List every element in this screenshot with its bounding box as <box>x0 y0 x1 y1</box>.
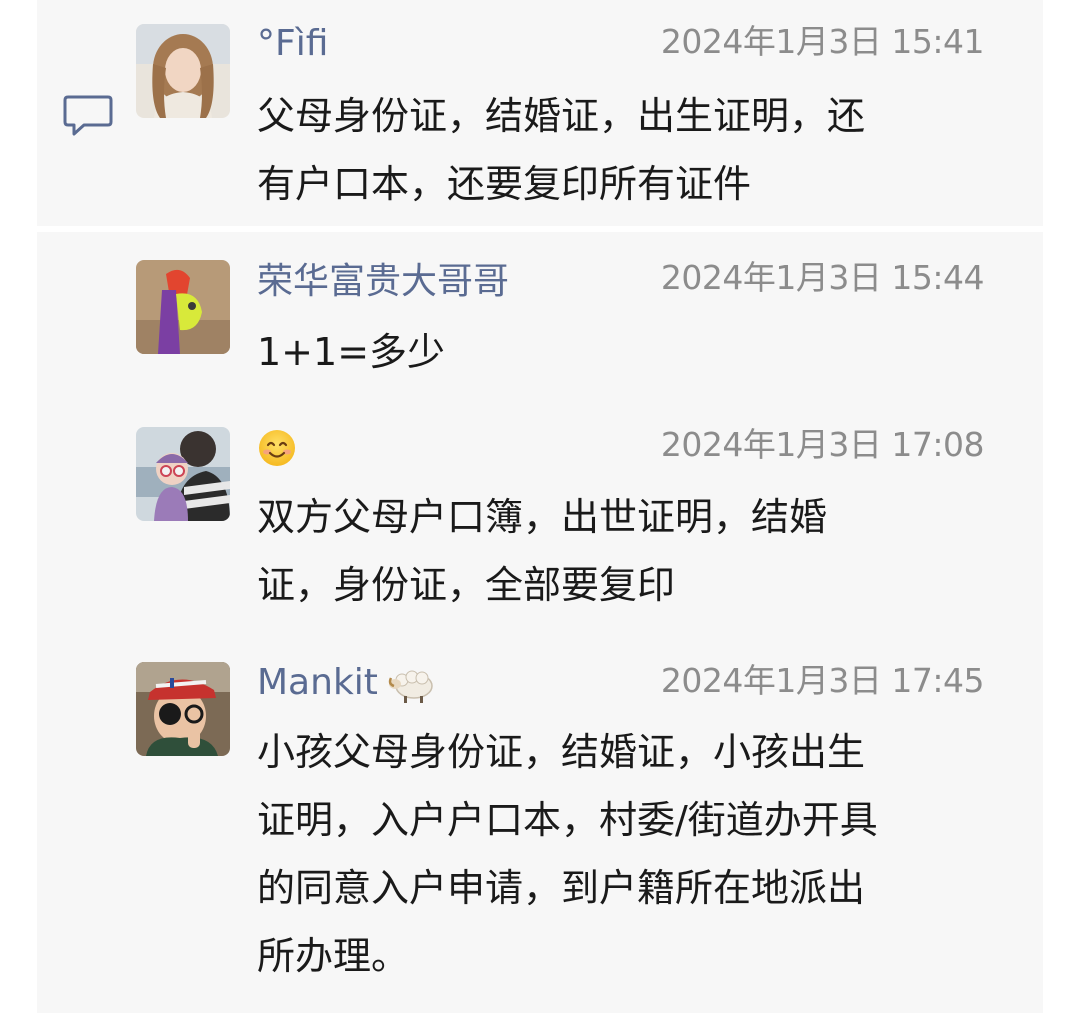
commenter-name[interactable]: °Fìfi <box>257 24 328 64</box>
avatar[interactable] <box>136 427 230 521</box>
comment-text: 双方父母户口簿，出世证明，结婚 证，身份证，全部要复印 <box>257 495 828 607</box>
commenter-name[interactable]: 荣华富贵大哥哥 <box>257 262 509 302</box>
comment-text: 父母身份证，结婚证，出生证明，还 有户口本，还要复印所有证件 <box>257 94 866 206</box>
comment-timestamp: 2024年1月3日 17:45 <box>660 661 985 700</box>
comment-text: 1+1=多少 <box>257 330 446 374</box>
divider <box>37 226 1043 232</box>
avatar[interactable] <box>136 24 230 118</box>
comment-timestamp: 2024年1月3日 15:41 <box>660 22 985 61</box>
comment-timestamp: 2024年1月3日 17:08 <box>660 425 985 464</box>
sheep-emoji-icon <box>388 670 433 703</box>
commenter-name[interactable]: Mankit <box>257 663 438 704</box>
smiling-face-emoji-icon <box>259 430 295 466</box>
commenter-name[interactable] <box>257 427 297 468</box>
avatar[interactable] <box>136 260 230 354</box>
comment-text: 小孩父母身份证，结婚证，小孩出生 证明，入户户口本，村委/街道办开具 的同意入户… <box>257 730 878 978</box>
comment-timestamp: 2024年1月3日 15:44 <box>660 258 985 297</box>
commenter-name-text: Mankit <box>257 662 378 703</box>
avatar[interactable] <box>136 662 230 756</box>
comment-bubble-icon[interactable] <box>62 94 114 138</box>
